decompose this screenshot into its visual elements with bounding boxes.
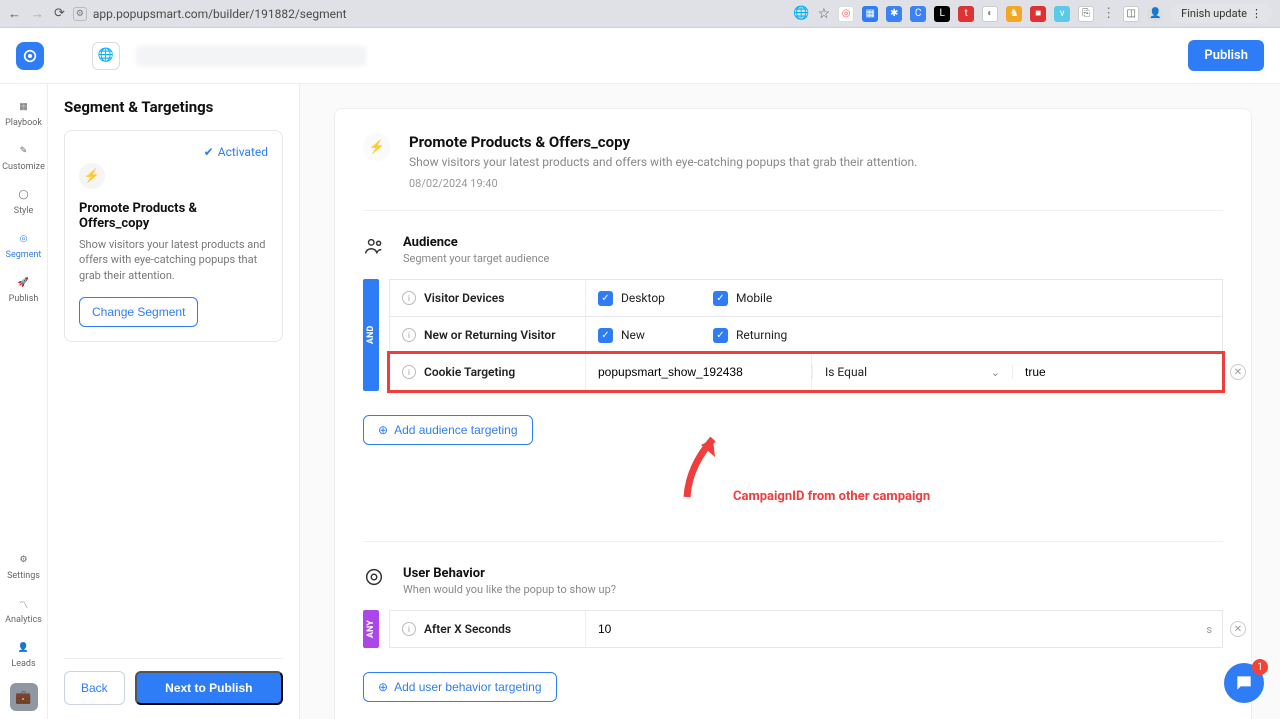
site-name-blurred — [136, 46, 366, 66]
audience-title: Audience — [403, 235, 549, 250]
audience-section: Audience Segment your target audience AN… — [363, 235, 1223, 542]
and-tag: AND — [363, 279, 379, 391]
rocket-icon: 🚀 — [14, 274, 32, 292]
arrow-icon — [677, 431, 737, 501]
rail-customize[interactable]: ✎Customize — [2, 142, 45, 172]
extension-icons: 🌐 ☆ ◎ ▦ ✱ C L t ◐ ♞ ■ v ⎘ ⋮ ◫ 👤 Finish u… — [793, 4, 1272, 23]
annotation-text: CampaignID from other campaign — [733, 489, 930, 504]
any-tag: ANY — [363, 610, 379, 648]
segment-card-desc: Show visitors your latest products and o… — [79, 237, 268, 283]
rail-segment[interactable]: ◎Segment — [6, 230, 42, 260]
chat-button[interactable]: 1 — [1224, 663, 1264, 703]
main-content: ⚡ Promote Products & Offers_copy Show vi… — [300, 84, 1280, 719]
rail-playbook[interactable]: ▦Playbook — [5, 98, 42, 128]
add-audience-targeting-button[interactable]: ⊕ Add audience targeting — [363, 415, 533, 445]
plus-circle-icon: ⊕ — [378, 680, 388, 694]
chat-icon — [1234, 673, 1254, 693]
bolt-icon: ⚡ — [363, 133, 391, 161]
audience-subtitle: Segment your target audience — [403, 252, 549, 265]
activated-badge: ✔ Activated — [79, 145, 268, 159]
checkbox-desktop[interactable]: ✓ — [598, 291, 613, 306]
add-behavior-targeting-button[interactable]: ⊕ Add user behavior targeting — [363, 672, 557, 702]
checkbox-new[interactable]: ✓ — [598, 328, 613, 343]
rule-visitor-devices: i Visitor Devices ✓ Desktop ✓ Mobile — [389, 279, 1223, 317]
rail-publish[interactable]: 🚀Publish — [9, 274, 39, 304]
grid-icon: ▦ — [15, 98, 33, 116]
rule-after-x-seconds: i After X Seconds s ✕ — [389, 610, 1223, 648]
browser-bar: ← → ⟳ ⚙ app.popupsmart.com/builder/19188… — [0, 0, 1280, 28]
app-logo[interactable] — [16, 42, 44, 70]
app-header: 🌐 Publish — [0, 28, 1280, 84]
people-icon — [363, 235, 385, 257]
briefcase-icon[interactable]: 💼 — [10, 683, 38, 711]
analytics-icon: 〽 — [15, 595, 33, 613]
rail-analytics[interactable]: 〽Analytics — [5, 595, 42, 625]
behavior-subtitle: When would you like the popup to show up… — [403, 583, 616, 596]
segment-card: ✔ Activated ⚡ Promote Products & Offers_… — [64, 130, 283, 342]
finish-update-label: Finish update — [1181, 7, 1247, 20]
remove-rule-button[interactable]: ✕ — [1230, 621, 1246, 637]
checkbox-mobile[interactable]: ✓ — [713, 291, 728, 306]
cookie-key-input[interactable] — [598, 365, 799, 379]
palette-icon: ◯ — [14, 186, 32, 204]
rail-leads[interactable]: 👤Leads — [11, 639, 35, 669]
side-footer: Back Next to Publish — [64, 658, 283, 705]
annotation: CampaignID from other campaign — [363, 445, 1223, 513]
cookie-operator-select[interactable]: Is Equal ⌄ — [812, 365, 1012, 379]
nav-rail: ▦Playbook ✎Customize ◯Style ◎Segment 🚀Pu… — [0, 84, 48, 719]
nav-back-icon[interactable]: ← — [8, 6, 21, 22]
hero-desc: Show visitors your latest products and o… — [409, 155, 917, 169]
translate-icon[interactable]: 🌐 — [793, 6, 809, 21]
unit-seconds: s — [1206, 623, 1212, 636]
next-to-publish-button[interactable]: Next to Publish — [135, 671, 283, 705]
behavior-section: User Behavior When would you like the po… — [363, 566, 1223, 719]
hero-date: 08/02/2024 19:40 — [409, 177, 917, 190]
kebab-icon: ⋮ — [1251, 7, 1262, 20]
info-icon[interactable]: i — [402, 365, 416, 379]
url-bar[interactable]: ⚙ app.popupsmart.com/builder/191882/segm… — [73, 7, 347, 21]
checkbox-returning[interactable]: ✓ — [713, 328, 728, 343]
back-button[interactable]: Back — [64, 671, 125, 705]
info-icon[interactable]: i — [402, 328, 416, 342]
segment-hero: ⚡ Promote Products & Offers_copy Show vi… — [363, 133, 1223, 211]
pencil-icon: ✎ — [14, 142, 32, 160]
change-segment-button[interactable]: Change Segment — [79, 297, 198, 327]
rule-cookie-targeting: i Cookie Targeting Is Equal ⌄ — [389, 353, 1223, 391]
nav-reload-icon[interactable]: ⟳ — [54, 6, 65, 21]
side-panel: Segment & Targetings ✔ Activated ⚡ Promo… — [48, 84, 300, 719]
rule-new-returning: i New or Returning Visitor ✓ New ✓ Retur… — [389, 316, 1223, 354]
chat-badge: 1 — [1252, 659, 1268, 675]
url-text: app.popupsmart.com/builder/191882/segmen… — [93, 7, 347, 21]
user-icon: 👤 — [15, 639, 33, 657]
cookie-value-input[interactable] — [1025, 365, 1210, 379]
side-title: Segment & Targetings — [64, 98, 283, 116]
target-icon: ◎ — [15, 230, 33, 248]
finish-update-button[interactable]: Finish update ⋮ — [1171, 4, 1272, 23]
chevron-down-icon: ⌄ — [991, 366, 1000, 379]
gear-icon: ⚙ — [15, 551, 33, 569]
rail-settings[interactable]: ⚙Settings — [7, 551, 40, 581]
info-icon[interactable]: i — [402, 622, 416, 636]
nav-forward-icon[interactable]: → — [31, 6, 44, 22]
bolt-icon: ⚡ — [79, 163, 105, 189]
segment-card-title: Promote Products & Offers_copy — [79, 201, 268, 231]
seconds-input[interactable] — [598, 622, 1210, 636]
globe-icon[interactable]: 🌐 — [92, 42, 120, 70]
site-info-icon[interactable]: ⚙ — [73, 7, 87, 21]
plus-circle-icon: ⊕ — [378, 423, 388, 437]
check-circle-icon: ✔ — [204, 145, 214, 159]
bookmark-star-icon[interactable]: ☆ — [818, 6, 831, 22]
hero-title: Promote Products & Offers_copy — [409, 133, 917, 151]
info-icon[interactable]: i — [402, 291, 416, 305]
rail-style[interactable]: ◯Style — [14, 186, 34, 216]
remove-rule-button[interactable]: ✕ — [1230, 364, 1246, 380]
publish-button[interactable]: Publish — [1188, 40, 1264, 71]
behavior-title: User Behavior — [403, 566, 616, 581]
eye-icon — [363, 566, 385, 588]
